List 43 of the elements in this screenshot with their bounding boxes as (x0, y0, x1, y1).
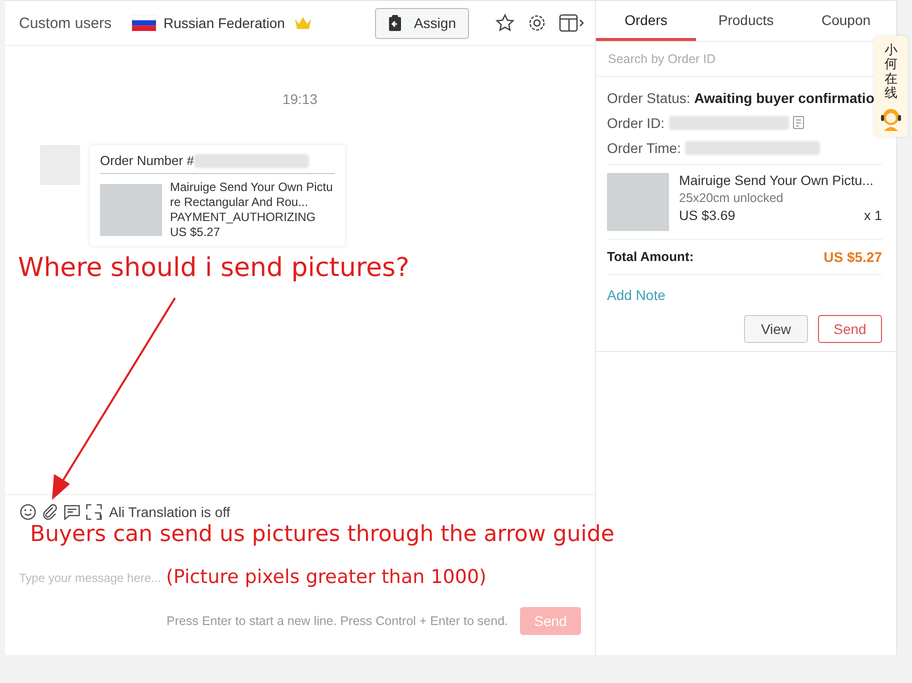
annotation-text: (Picture pixels greater than 1000) (166, 566, 486, 588)
annotation-text: Buyers can send us pictures through the arrow guide (30, 522, 614, 547)
helper-label: 小何在线 (884, 44, 898, 102)
send-hint: Press Enter to start a new line. Press Control + Enter to send. (166, 614, 508, 628)
robot-mascot-icon (880, 107, 902, 132)
clipboard-icon (388, 15, 402, 31)
annotation-text: Where should i send pictures? (18, 253, 410, 283)
tab[interactable]: Orders (596, 1, 696, 41)
order-price: US $5.27 (170, 225, 222, 240)
order-status: PAYMENT_AUTHORIZING (170, 210, 317, 225)
crown-icon (292, 15, 313, 31)
product-photo-placeholder (100, 184, 162, 236)
order-card[interactable]: Order Number # Mairuige Send Your Own Picture Rectangular And Rou... PAYMENT_AUTHORIZING US $5.27 (90, 145, 345, 246)
layout-icon[interactable] (559, 13, 585, 33)
chat-title: Custom users (19, 14, 112, 32)
order-time-label: Order Time: (607, 140, 681, 156)
product-quantity: x 1 (864, 208, 882, 223)
product-title: Mairuige Send Your Own Pictu... (679, 173, 874, 188)
tab[interactable]: Products (696, 1, 796, 41)
order-status-text: Order Status: Awaiting buyer confirmatio (607, 90, 874, 106)
product-variant: 25x20cm unlocked (679, 191, 784, 205)
product-price: US $3.69 (679, 208, 736, 223)
send-button[interactable]: Send (818, 315, 882, 343)
view-button[interactable]: View (744, 315, 808, 343)
copy-icon[interactable] (792, 116, 804, 129)
translation-status[interactable]: Ali Translation is off (109, 504, 230, 520)
order-id-label: Order ID: (607, 114, 665, 130)
flag-icon (132, 15, 156, 31)
country-name: Russian Federation (164, 15, 285, 31)
assign-button[interactable]: Assign (374, 8, 469, 38)
settings-icon[interactable] (527, 13, 547, 33)
paperclip-icon[interactable] (41, 503, 59, 521)
product-photo-placeholder (607, 173, 669, 231)
star-icon[interactable] (495, 13, 515, 33)
message-icon[interactable] (63, 503, 81, 521)
product-title: Mairuige Send Your Own Picture Rectangular And Rou... (170, 180, 334, 210)
online-helper-widget[interactable]: 小何在线 (874, 36, 908, 138)
order-number-label: Order Number # (100, 153, 194, 168)
total-label: Total Amount: (607, 249, 694, 265)
scan-icon[interactable] (85, 503, 103, 521)
total-amount: US $5.27 (824, 249, 882, 265)
emoji-icon[interactable] (19, 503, 37, 521)
message-timestamp: 19:13 (281, 91, 319, 107)
